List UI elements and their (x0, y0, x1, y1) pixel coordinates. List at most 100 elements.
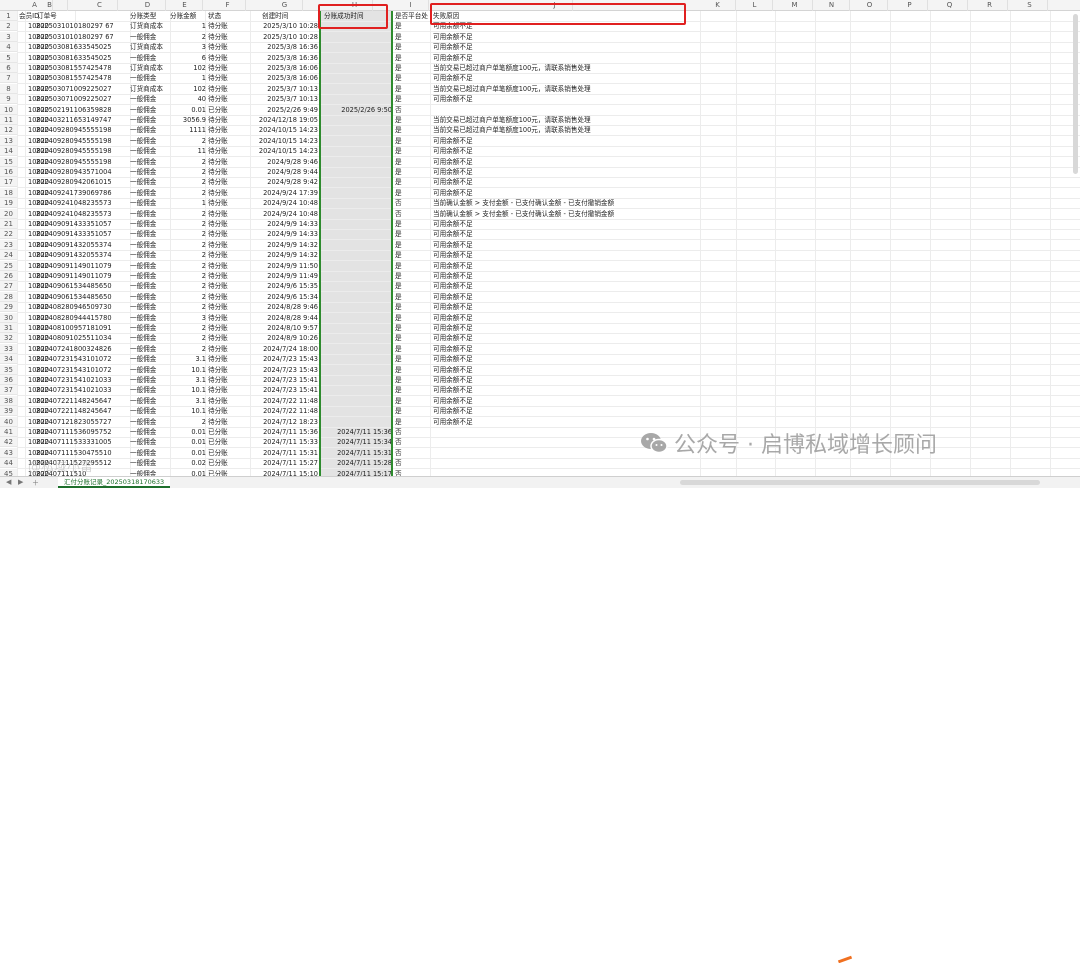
column-header-k[interactable]: K (700, 0, 736, 11)
row-header[interactable]: 7 (0, 73, 17, 84)
table-cell[interactable]: 202409091433351057 (36, 219, 136, 229)
table-cell[interactable]: 2024/9/9 11:50 (250, 261, 318, 271)
table-cell[interactable]: 2024/7/23 15:41 (250, 375, 318, 385)
table-cell[interactable]: 当前交易已超过商户单笔额度100元，请联系销售处理 (433, 84, 733, 94)
table-cell[interactable]: 一般佣金 (130, 167, 170, 177)
table-cell[interactable]: 2024/8/28 9:46 (250, 302, 318, 312)
column-header-s[interactable]: S (1012, 0, 1048, 11)
table-cell[interactable]: 202408100957181091 (36, 323, 136, 333)
table-cell[interactable]: 2025/3/8 16:36 (250, 42, 318, 52)
table-cell[interactable]: 订货商成本 (130, 21, 170, 31)
table-cell[interactable]: 是 (395, 229, 430, 239)
table-cell[interactable]: 一般佣金 (130, 157, 170, 167)
table-cell[interactable]: 待分账 (208, 219, 248, 229)
row-header[interactable]: 21 (0, 219, 17, 229)
add-sheet-icon[interactable]: ＋ (32, 478, 39, 488)
table-cell[interactable]: 2024/7/11 15:10 (250, 469, 318, 476)
table-cell[interactable]: 2025031010180297 67 (36, 32, 136, 42)
table-cell[interactable]: 否 (395, 469, 430, 476)
column-header-m[interactable]: M (777, 0, 813, 11)
table-cell[interactable]: 2024/7/11 15:17 (322, 469, 392, 476)
table-cell[interactable]: 202409241739069786 (36, 188, 136, 198)
table-cell[interactable]: 可用余额不足 (433, 136, 733, 146)
table-cell[interactable] (322, 375, 392, 385)
table-cell[interactable]: 待分账 (208, 261, 248, 271)
table-cell[interactable]: 待分账 (208, 396, 248, 406)
table-cell[interactable]: 是 (395, 354, 430, 364)
table-cell[interactable]: 可用余额不足 (433, 271, 733, 281)
table-cell[interactable] (322, 261, 392, 271)
table-cell[interactable]: 可用余额不足 (433, 375, 733, 385)
table-cell[interactable]: 202409280942061015 (36, 177, 136, 187)
table-cell[interactable]: 可用余额不足 (433, 157, 733, 167)
table-cell[interactable]: 待分账 (208, 281, 248, 291)
table-cell[interactable]: 一般佣金 (130, 396, 170, 406)
table-cell[interactable] (322, 32, 392, 42)
table-cell[interactable]: 是 (395, 344, 430, 354)
table-cell[interactable]: 202409280945555198 (36, 157, 136, 167)
table-cell[interactable]: 0.01 (168, 427, 206, 437)
table-cell[interactable]: 202407231541021033 (36, 385, 136, 395)
table-cell[interactable]: 一般佣金 (130, 292, 170, 302)
table-cell[interactable]: 是 (395, 313, 430, 323)
table-cell[interactable]: 已分账 (208, 427, 248, 437)
table-cell[interactable]: 待分账 (208, 188, 248, 198)
table-cell[interactable]: 一般佣金 (130, 354, 170, 364)
table-cell[interactable]: 2024/7/24 18:00 (250, 344, 318, 354)
table-cell[interactable]: 是 (395, 417, 430, 427)
table-cell[interactable]: 一般佣金 (130, 198, 170, 208)
table-cell[interactable]: 3 (168, 313, 206, 323)
table-cell[interactable]: 202503081557425478 (36, 63, 136, 73)
table-cell[interactable]: 待分账 (208, 115, 248, 125)
table-cell[interactable]: 3.1 (168, 396, 207, 406)
table-cell[interactable]: 2024/9/6 15:34 (250, 292, 318, 302)
table-cell[interactable]: 是 (395, 157, 430, 167)
row-header[interactable]: 3 (0, 31, 17, 42)
table-cell[interactable]: 一般佣金 (130, 177, 170, 187)
table-cell[interactable]: 2025/2/26 9:49 (250, 105, 318, 115)
row-header[interactable]: 39 (0, 406, 17, 417)
row-header[interactable]: 12 (0, 125, 17, 136)
table-cell[interactable]: 待分账 (208, 417, 248, 427)
row-header[interactable]: 23 (0, 239, 17, 250)
table-cell[interactable]: 202408280946509730 (36, 302, 136, 312)
table-cell[interactable]: 2024/12/18 19:05 (250, 115, 318, 125)
table-cell[interactable]: 待分账 (208, 229, 248, 239)
table-cell[interactable]: 可用余额不足 (433, 365, 733, 375)
table-cell[interactable]: 一般佣金 (130, 115, 170, 125)
table-cell[interactable]: 是 (395, 302, 430, 312)
table-cell[interactable]: 2 (168, 240, 206, 250)
table-cell[interactable]: 2024/7/11 15:34 (322, 437, 392, 447)
table-cell[interactable]: 2024/7/11 15:31 (322, 448, 392, 458)
row-header[interactable]: 43 (0, 447, 17, 458)
table-cell[interactable]: 2024/10/15 14:23 (250, 125, 318, 135)
table-cell[interactable] (322, 198, 392, 208)
table-cell[interactable]: 202409061534485650 (36, 281, 136, 291)
table-cell[interactable]: 是 (395, 177, 430, 187)
table-cell[interactable]: 202407231543101072 (36, 365, 136, 375)
table-cell[interactable]: 订货商成本 (130, 63, 170, 73)
table-cell[interactable] (322, 125, 392, 135)
table-cell[interactable]: 2 (168, 177, 206, 187)
horizontal-scrollbar[interactable] (680, 480, 1040, 485)
table-cell[interactable]: 2 (168, 209, 206, 219)
table-cell[interactable]: 2 (168, 261, 206, 271)
table-cell[interactable]: 待分账 (208, 73, 248, 83)
table-cell[interactable]: 是 (395, 63, 430, 73)
table-cell[interactable]: 是 (395, 115, 430, 125)
table-cell[interactable]: 2025031010180297 67 (36, 21, 136, 31)
table-cell[interactable]: 11 (168, 146, 206, 156)
row-header[interactable]: 25 (0, 260, 17, 271)
table-cell[interactable]: 已分账 (208, 469, 248, 476)
table-cell[interactable]: 是 (395, 42, 430, 52)
table-cell[interactable]: 202409091432055374 (36, 250, 136, 260)
table-cell[interactable]: 202407231543101072 (36, 354, 136, 364)
table-cell[interactable]: 1111 (168, 125, 206, 135)
table-cell[interactable]: 202503081633545025 (36, 42, 136, 52)
table-cell[interactable]: 2 (168, 167, 206, 177)
table-cell[interactable]: 2024/9/9 11:49 (250, 271, 318, 281)
table-cell[interactable]: 待分账 (208, 146, 248, 156)
table-cell[interactable]: 否 (395, 209, 430, 219)
table-cell[interactable] (322, 281, 392, 291)
table-cell[interactable]: 否 (395, 448, 430, 458)
